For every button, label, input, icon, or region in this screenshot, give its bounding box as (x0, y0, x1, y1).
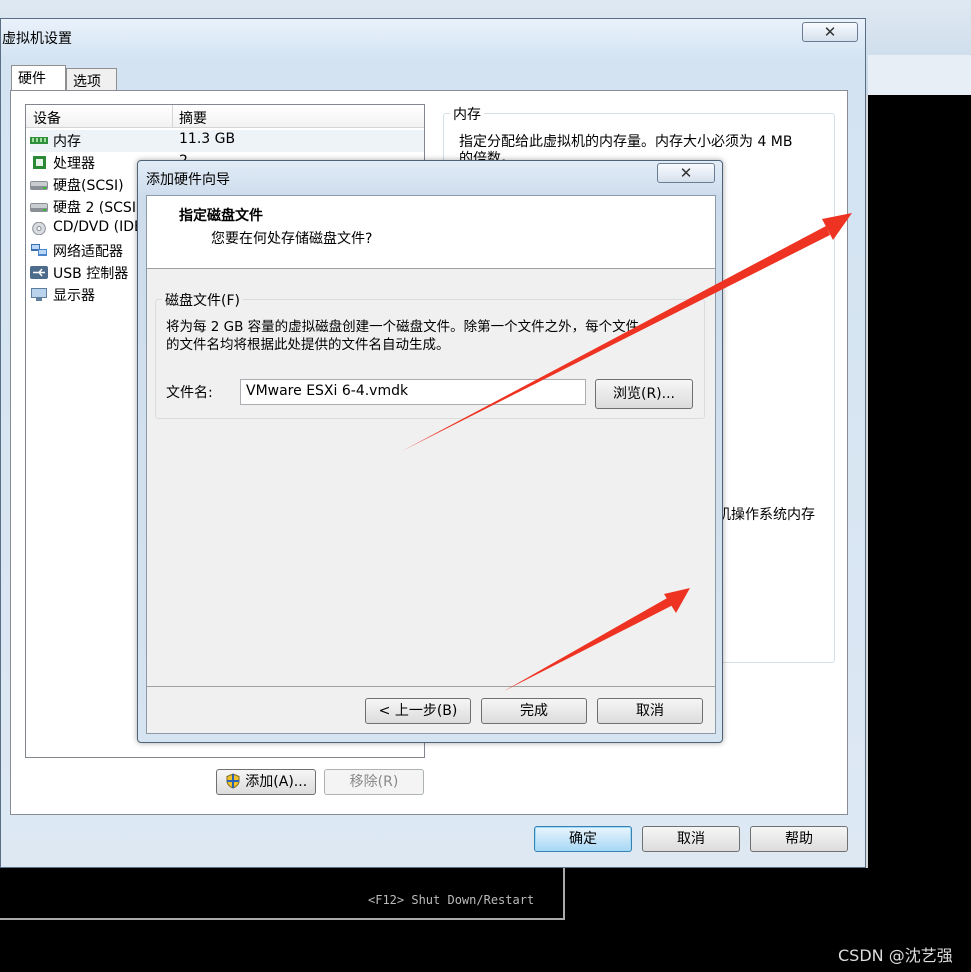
arrow-annotation-1 (402, 213, 852, 451)
arrow-annotation-2 (504, 588, 690, 691)
watermark: CSDN @沈艺强 (838, 946, 953, 965)
annotation-arrows (402, 213, 852, 691)
